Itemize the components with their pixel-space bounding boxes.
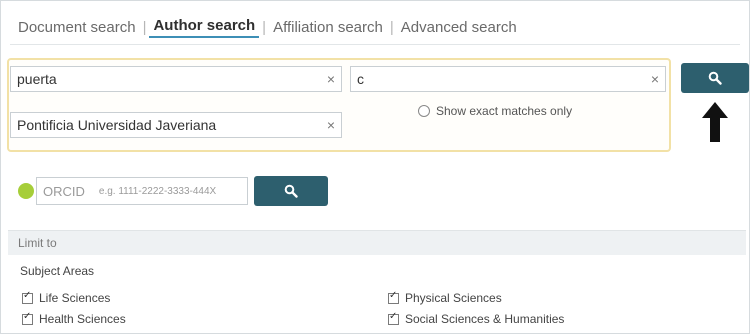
first-name-input[interactable]: c × — [350, 66, 666, 92]
tab-advanced-search[interactable]: Advanced search — [397, 19, 521, 36]
last-name-value: puerta — [17, 71, 57, 87]
subject-health-sciences[interactable]: Health Sciences — [22, 311, 126, 326]
social-sciences-label: Social Sciences & Humanities — [405, 312, 565, 326]
tab-separator: | — [262, 18, 267, 36]
clear-affiliation-icon[interactable]: × — [321, 117, 341, 133]
subject-social-sciences[interactable]: Social Sciences & Humanities — [388, 311, 565, 326]
tab-affiliation-search[interactable]: Affiliation search — [269, 19, 387, 36]
limit-to-label: Limit to — [18, 236, 57, 250]
search-tabs: Document search | Author search | Affili… — [14, 14, 521, 40]
subject-areas-title: Subject Areas — [20, 264, 95, 278]
tab-author-search[interactable]: Author search — [149, 17, 260, 38]
tab-document-search[interactable]: Document search — [14, 19, 140, 36]
exact-matches-radio[interactable] — [418, 105, 430, 117]
life-sciences-label: Life Sciences — [39, 291, 111, 305]
physical-sciences-label: Physical Sciences — [405, 291, 502, 305]
orcid-example: e.g. 1111-2222-3333-444X — [98, 185, 217, 197]
clear-last-name-icon[interactable]: × — [321, 71, 341, 87]
search-icon — [284, 184, 298, 198]
author-search-panel — [0, 0, 750, 334]
orcid-logo — [18, 183, 34, 199]
orcid-search-button[interactable] — [254, 176, 328, 206]
health-sciences-checkbox[interactable] — [22, 311, 33, 325]
limit-to-bar — [8, 230, 746, 255]
life-sciences-checkbox[interactable] — [22, 290, 33, 304]
last-name-input[interactable]: puerta × — [10, 66, 342, 92]
affiliation-input[interactable]: Pontificia Universidad Javeriana × — [10, 112, 342, 138]
tabs-divider — [10, 44, 740, 45]
exact-matches-label: Show exact matches only — [436, 104, 573, 118]
subject-physical-sciences[interactable]: Physical Sciences — [388, 290, 502, 305]
orcid-placeholder: ORCID — [43, 183, 85, 199]
up-arrow-icon — [702, 102, 728, 142]
subject-life-sciences[interactable]: Life Sciences — [22, 290, 111, 305]
author-search-button[interactable] — [681, 63, 749, 93]
exact-matches-option[interactable]: Show exact matches only — [418, 104, 572, 118]
search-icon — [708, 71, 722, 85]
clear-first-name-icon[interactable]: × — [645, 71, 665, 87]
tab-separator: | — [142, 18, 147, 36]
physical-sciences-checkbox[interactable] — [388, 290, 399, 304]
social-sciences-checkbox[interactable] — [388, 311, 399, 325]
health-sciences-label: Health Sciences — [39, 312, 126, 326]
orcid-input[interactable]: ORCID e.g. 1111-2222-3333-444X — [36, 177, 248, 205]
tab-separator: | — [389, 18, 394, 36]
first-name-value: c — [357, 71, 364, 87]
affiliation-value: Pontificia Universidad Javeriana — [17, 117, 217, 133]
